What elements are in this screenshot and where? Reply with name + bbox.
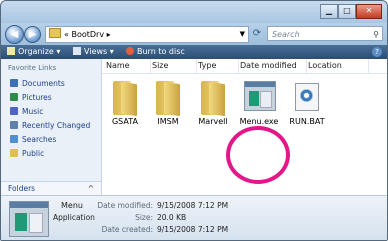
file-name: Marvell — [198, 117, 228, 126]
folders-label: Folders — [8, 184, 36, 193]
file-item-imsm[interactable]: IMSM — [148, 77, 188, 126]
nav-item-music[interactable]: Music — [10, 107, 43, 116]
close-button[interactable]: ✕ — [356, 4, 382, 19]
search-placeholder: Search — [272, 30, 300, 39]
column-size[interactable]: Size — [152, 59, 197, 73]
title-bar: ▁ □ ✕ — [1, 1, 387, 23]
organize-icon — [7, 47, 15, 55]
command-bar: Organize ▾ Views ▾ Burn to disc ? — [1, 45, 387, 59]
nav-label: Recently Changed — [22, 121, 91, 130]
views-button[interactable]: Views ▾ — [73, 45, 114, 59]
file-name: RUN.BAT — [289, 117, 325, 126]
chevron-up-icon: ^ — [87, 184, 94, 193]
chevron-down-icon[interactable]: ▼ — [240, 27, 245, 42]
address-prefix: « — [64, 30, 69, 39]
recently-changed-icon — [10, 121, 18, 129]
column-name[interactable]: Name — [106, 59, 151, 73]
searches-icon — [10, 135, 18, 143]
column-headers: Name Size Type Date modified Location — [102, 59, 387, 74]
nav-item-searches[interactable]: Searches — [10, 135, 56, 144]
details-created-value: 9/15/2008 7:12 PM — [157, 225, 229, 234]
nav-item-public[interactable]: Public — [10, 149, 44, 158]
music-icon — [10, 107, 18, 115]
help-icon[interactable]: ? — [372, 47, 382, 57]
folders-toggle[interactable]: Folders ^ — [1, 181, 101, 196]
nav-label: Public — [22, 149, 45, 158]
search-input[interactable]: Search ⚲ — [267, 26, 383, 41]
details-size-value: 20.0 KB — [157, 213, 187, 222]
application-icon — [239, 77, 279, 117]
navigation-pane: Favorite Links Documents Pictures Music … — [1, 59, 102, 196]
column-date-modified[interactable]: Date modified — [240, 59, 307, 73]
file-item-marvell[interactable]: Marvell — [193, 77, 233, 126]
address-row: ◀ ▶ « BootDrv ▸ ▼ ⟳ Search ⚲ — [1, 23, 387, 45]
address-path[interactable]: BootDrv — [71, 30, 104, 39]
nav-label: Pictures — [22, 93, 52, 102]
folder-icon — [148, 77, 188, 117]
highlight-circle — [226, 126, 290, 184]
content-area: Favorite Links Documents Pictures Music … — [1, 59, 387, 196]
maximize-button[interactable]: □ — [338, 4, 356, 19]
minimize-button[interactable]: ▁ — [320, 4, 338, 19]
nav-label: Documents — [22, 79, 65, 88]
folder-icon — [105, 77, 145, 117]
search-icon[interactable]: ⚲ — [373, 27, 379, 42]
file-item-menu-exe[interactable]: Menu.exe — [239, 77, 279, 126]
burn-icon — [126, 47, 134, 55]
nav-label: Searches — [22, 135, 57, 144]
views-icon — [73, 47, 81, 55]
column-type[interactable]: Type — [198, 59, 239, 73]
nav-item-recently-changed[interactable]: Recently Changed — [10, 121, 90, 130]
details-pane: Menu Application Date modified: 9/15/200… — [1, 195, 387, 240]
details-modified-value: 9/15/2008 7:12 PM — [157, 201, 229, 210]
nav-item-pictures[interactable]: Pictures — [10, 93, 52, 102]
details-modified-label: Date modified: — [97, 201, 153, 210]
views-label: Views ▾ — [84, 47, 114, 56]
refresh-icon[interactable]: ⟳ — [250, 27, 264, 41]
file-item-gsata[interactable]: GSATA — [105, 77, 145, 126]
nav-item-documents[interactable]: Documents — [10, 79, 65, 88]
folder-icon — [193, 77, 233, 117]
folder-icon — [49, 28, 61, 38]
file-name: Menu.exe — [239, 117, 279, 126]
batch-file-icon — [287, 77, 327, 117]
documents-icon — [10, 79, 18, 87]
favorite-links-header: Favorite Links — [8, 64, 57, 72]
burn-button[interactable]: Burn to disc — [126, 45, 185, 59]
address-bar[interactable]: « BootDrv ▸ ▼ — [45, 26, 249, 43]
file-item-run-bat[interactable]: RUN.BAT — [287, 77, 327, 126]
file-name: GSATA — [111, 117, 138, 126]
column-location[interactable]: Location — [308, 59, 369, 73]
explorer-window: ▁ □ ✕ ◀ ▶ « BootDrv ▸ ▼ ⟳ Search ⚲ Organ… — [0, 0, 388, 241]
details-file-name: Menu — [61, 201, 83, 210]
burn-label: Burn to disc — [137, 47, 185, 56]
back-button[interactable]: ◀ — [5, 25, 24, 44]
details-file-type: Application — [53, 213, 95, 222]
organize-button[interactable]: Organize ▾ — [7, 45, 60, 59]
organize-label: Organize ▾ — [18, 47, 61, 56]
forward-button[interactable]: ▶ — [24, 26, 41, 43]
address-separator[interactable]: ▸ — [107, 30, 111, 39]
nav-label: Music — [22, 107, 44, 116]
details-size-label: Size: — [135, 213, 153, 222]
window-controls: ▁ □ ✕ — [320, 4, 382, 19]
pictures-icon — [10, 93, 18, 101]
file-name: IMSM — [157, 117, 179, 126]
public-folder-icon — [10, 149, 18, 157]
application-thumbnail-icon — [9, 201, 49, 237]
details-created-label: Date created: — [101, 225, 153, 234]
